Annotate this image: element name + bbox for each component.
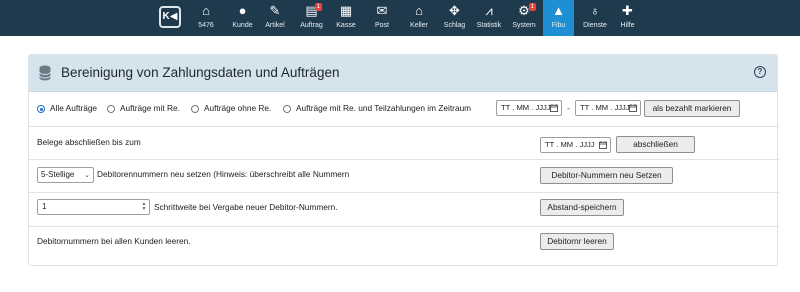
nav-dienste-icon: ♁	[590, 3, 600, 18]
renumber-debtors-label: Debitorennummern neu setzen (Hinweis: üb…	[97, 169, 350, 179]
nav-kunde-icon: ●	[238, 3, 247, 18]
nav-item-label: Statistik	[476, 22, 502, 29]
nav-keller-icon: ⌂	[415, 3, 423, 18]
nav-item-label: Auftrag	[300, 22, 323, 29]
database-icon	[39, 65, 51, 81]
spinner-arrows-icon[interactable]: ▲ ▼	[141, 202, 147, 212]
nav-item-dienste[interactable]: ♁ Dienste	[579, 0, 611, 36]
radio-label-orders-partial-payments: Aufträge mit Re. und Teilzahlungen im Ze…	[296, 103, 472, 113]
date-range-separator: -	[567, 103, 570, 113]
clear-debtors-row: Debitornummern bei allen Kunden leeren. …	[29, 227, 779, 257]
nav-item-label: System	[512, 22, 536, 29]
step-size-label: Schrittweite bei Vergabe neuer Debitor-N…	[154, 202, 338, 212]
close-documents-button[interactable]: abschließen	[616, 136, 695, 153]
radio-all-orders[interactable]	[37, 105, 45, 113]
clear-debtors-button[interactable]: Debitornr leeren	[540, 233, 614, 250]
nav-item-schlag[interactable]: ✥ Schlag	[440, 0, 469, 36]
nav-post-icon: ✉	[376, 3, 388, 18]
radio-orders-without-invoice[interactable]	[191, 105, 199, 113]
notification-badge: 1	[528, 3, 536, 11]
nav-item-label: Schlag	[443, 22, 466, 29]
nav-item-label: Kasse	[336, 22, 356, 29]
mark-paid-button[interactable]: als bezahlt markieren	[644, 100, 740, 117]
help-icon[interactable]: ?	[754, 66, 766, 78]
nav-item-kunde[interactable]: ● Kunde	[229, 0, 256, 36]
nav-kasse-icon: ▦	[339, 3, 353, 18]
nav-item-keller[interactable]: ⌂ Keller	[406, 0, 432, 36]
chevron-down-icon: ⌄	[84, 172, 90, 179]
radio-orders-partial-payments[interactable]	[283, 105, 291, 113]
date-to-value: TT . MM . JJJJ	[580, 103, 630, 112]
nav-item-label: Keller	[410, 22, 428, 29]
nav-item-label: Post	[374, 22, 389, 29]
nav-item-5476[interactable]: ⌂ 5476	[194, 0, 218, 36]
step-size-value: 1	[42, 202, 47, 211]
nav-item-statistik[interactable]: ⩘ Statistik	[474, 0, 504, 36]
nav-item-fibu[interactable]: ▲ Fibu	[543, 0, 574, 36]
digits-select-value: 5-Stellige	[41, 170, 75, 179]
close-documents-row: Belege abschließen bis zum TT . MM . JJJ…	[29, 127, 779, 159]
nav-artikel-icon: ✎	[269, 3, 281, 18]
digits-select[interactable]: 5-Stellige ⌄	[37, 167, 94, 183]
nav-item-label: 5476	[198, 22, 214, 29]
nav-schlag-icon: ✥	[449, 3, 460, 18]
cleanup-panel: Bereinigung von Zahlungsdaten und Aufträ…	[28, 54, 779, 266]
date-to-input[interactable]: TT . MM . JJJJ	[575, 100, 641, 116]
calendar-icon[interactable]	[599, 141, 607, 149]
order-filter-row: Alle Aufträge Aufträge mit Re. Aufträge …	[29, 92, 779, 126]
close-date-input[interactable]: TT . MM . JJJJ	[540, 137, 611, 153]
radio-orders-with-invoice[interactable]	[107, 105, 115, 113]
calendar-icon[interactable]	[550, 104, 558, 112]
clear-debtors-label: Debitornummern bei allen Kunden leeren.	[37, 236, 191, 246]
radio-label-all-orders: Alle Aufträge	[50, 103, 98, 113]
radio-label-orders-without-invoice: Aufträge ohne Re.	[204, 103, 272, 113]
nav-item-hilfe[interactable]: ✚ Hilfe	[616, 0, 639, 36]
save-step-button[interactable]: Abstand-speichern	[540, 199, 624, 216]
renumber-debtors-button[interactable]: Debitor-Nummern neu Setzen	[540, 167, 673, 184]
panel-title: Bereinigung von Zahlungsdaten und Aufträ…	[61, 65, 340, 80]
nav-item-label: Artikel	[265, 22, 285, 29]
nav-statistik-icon: ⩘	[485, 3, 493, 18]
nav-item-artikel[interactable]: ✎ Artikel	[262, 0, 288, 36]
nav-fibu-icon: ▲	[552, 3, 565, 18]
nav-item-label: Kunde	[232, 22, 253, 29]
logo-icon[interactable]: K◀	[159, 6, 181, 28]
nav-item-kasse[interactable]: ▦ Kasse	[333, 0, 359, 36]
calendar-icon[interactable]	[629, 104, 637, 112]
nav-5476-icon: ⌂	[202, 3, 210, 18]
close-date-value: TT . MM . JJJJ	[545, 140, 595, 149]
nav-hilfe-icon: ✚	[622, 3, 633, 18]
nav-item-post[interactable]: ✉ Post	[370, 0, 394, 36]
nav-item-label: Dienste	[583, 22, 607, 29]
nav-item-system[interactable]: ⚙ System 1	[509, 0, 539, 36]
top-navigation-bar: K◀ ⌂ 5476 ● Kunde ✎ Artikel ▤ Auftrag 1 ▦ Kasse ✉ Po…	[0, 0, 800, 36]
date-from-input[interactable]: TT . MM . JJJJ	[496, 100, 562, 116]
step-size-input[interactable]: 1 ▲ ▼	[37, 199, 150, 215]
nav-item-auftrag[interactable]: ▤ Auftrag 1	[298, 0, 325, 36]
panel-header: Bereinigung von Zahlungsdaten und Aufträ…	[29, 55, 777, 92]
notification-badge: 1	[314, 3, 322, 11]
radio-label-orders-with-invoice: Aufträge mit Re.	[120, 103, 180, 113]
close-documents-label: Belege abschließen bis zum	[37, 137, 141, 147]
renumber-debtors-row: 5-Stellige ⌄ Debitorennummern neu setzen…	[29, 160, 779, 192]
nav-item-label: Hilfe	[620, 22, 635, 29]
date-from-value: TT . MM . JJJJ	[501, 103, 551, 112]
step-size-row: 1 ▲ ▼ Schrittweite bei Vergabe neuer Debi…	[29, 193, 779, 226]
nav-item-label: Fibu	[551, 22, 566, 29]
